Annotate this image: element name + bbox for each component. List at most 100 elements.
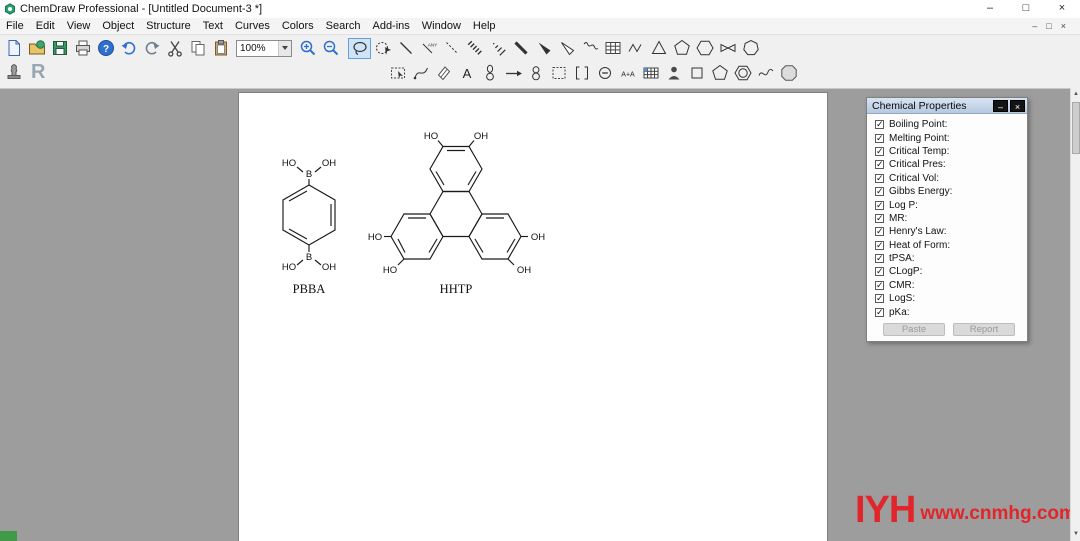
checkbox-checked-icon[interactable]: ✓ bbox=[875, 146, 884, 156]
cycloheptane-template-icon[interactable] bbox=[739, 38, 762, 59]
r-group-icon[interactable]: R bbox=[28, 62, 48, 82]
menu-object[interactable]: Object bbox=[96, 18, 140, 35]
menu-view[interactable]: View bbox=[61, 18, 97, 35]
lasso-tool-icon[interactable] bbox=[348, 37, 371, 59]
cyclobutane-template-icon[interactable] bbox=[685, 63, 708, 84]
wavy-bond-tool-icon[interactable] bbox=[578, 38, 601, 59]
open-document-icon[interactable] bbox=[25, 38, 48, 59]
property-row-melting-point[interactable]: ✓ Melting Point: bbox=[867, 131, 1027, 144]
atom-label-oh[interactable]: OH bbox=[320, 261, 337, 275]
atom-label-ho[interactable]: HO bbox=[422, 130, 439, 144]
property-row-log-p[interactable]: ✓ Log P: bbox=[867, 198, 1027, 211]
checkbox-checked-icon[interactable]: ✓ bbox=[875, 119, 884, 130]
checkbox-checked-icon[interactable]: ✓ bbox=[875, 186, 884, 197]
scroll-down-button[interactable]: ▼ bbox=[1071, 528, 1080, 541]
save-icon[interactable] bbox=[48, 38, 71, 59]
document-minimize-button[interactable]: – bbox=[1032, 18, 1037, 35]
atom-label-b[interactable]: B bbox=[304, 251, 313, 265]
property-row-tpsa[interactable]: ✓ tPSA: bbox=[867, 252, 1027, 265]
table-tool-icon[interactable] bbox=[601, 38, 624, 59]
benzene-template-icon[interactable] bbox=[731, 63, 754, 84]
wedge-bond-tool-icon[interactable] bbox=[532, 38, 555, 59]
undo-icon[interactable] bbox=[117, 38, 140, 59]
atom-label-ho[interactable]: HO bbox=[366, 231, 383, 245]
atom-label-ho[interactable]: HO bbox=[280, 157, 297, 171]
paste-button[interactable]: Paste bbox=[883, 323, 945, 336]
checkbox-checked-icon[interactable]: ✓ bbox=[875, 213, 884, 223]
atom-label-ho[interactable]: HO bbox=[280, 261, 297, 275]
pen-tool-icon[interactable] bbox=[409, 63, 432, 84]
checkbox-checked-icon[interactable]: ✓ bbox=[875, 307, 884, 317]
any-bond-tool-icon[interactable]: ANY bbox=[417, 38, 440, 59]
checkbox-checked-icon[interactable]: ✓ bbox=[875, 226, 884, 237]
report-button[interactable]: Report bbox=[953, 323, 1015, 336]
atom-label-oh[interactable]: OH bbox=[515, 264, 532, 278]
new-document-icon[interactable] bbox=[2, 38, 25, 59]
cyclopentane-template-2-icon[interactable] bbox=[708, 63, 731, 84]
menu-help[interactable]: Help bbox=[467, 18, 502, 35]
arrow-tool-icon[interactable] bbox=[501, 63, 524, 84]
document-close-button[interactable]: × bbox=[1061, 18, 1066, 35]
cyclohexane-template-icon[interactable] bbox=[693, 38, 716, 59]
checkbox-checked-icon[interactable]: ✓ bbox=[875, 173, 884, 183]
atom-mapping-tool-icon[interactable]: A+A bbox=[616, 63, 639, 84]
zoom-dropdown-arrow[interactable] bbox=[278, 40, 291, 56]
redo-icon[interactable] bbox=[140, 38, 163, 59]
molecule-pbba[interactable]: HO B OH HO B OH PBBA bbox=[280, 157, 337, 298]
zoom-in-icon[interactable] bbox=[296, 38, 319, 59]
scroll-thumb[interactable] bbox=[1072, 102, 1080, 154]
panel-minimize-button[interactable]: – bbox=[993, 99, 1008, 112]
hashed-wedge-bond-tool-icon[interactable] bbox=[486, 38, 509, 59]
checkbox-checked-icon[interactable]: ✓ bbox=[875, 133, 884, 143]
checkbox-checked-icon[interactable]: ✓ bbox=[875, 266, 884, 277]
molecule-hhtp[interactable]: HO OH HO HO OH OH HHTP bbox=[366, 130, 546, 298]
vertical-scrollbar[interactable]: ▲ ▼ bbox=[1070, 88, 1080, 541]
property-row-critical-temp[interactable]: ✓ Critical Temp: bbox=[867, 145, 1027, 158]
orbital-tool-icon[interactable] bbox=[478, 63, 501, 84]
menu-file[interactable]: File bbox=[0, 18, 30, 35]
hollow-wedge-bond-tool-icon[interactable] bbox=[555, 38, 578, 59]
bold-bond-tool-icon[interactable] bbox=[509, 38, 532, 59]
zoom-out-icon[interactable] bbox=[319, 38, 342, 59]
eraser-tool-icon[interactable] bbox=[432, 63, 455, 84]
acyclic-chain-tool-icon[interactable] bbox=[524, 63, 547, 84]
menu-edit[interactable]: Edit bbox=[30, 18, 61, 35]
property-row-boiling-point[interactable]: ✓ Boiling Point: bbox=[867, 118, 1027, 131]
checkbox-checked-icon[interactable]: ✓ bbox=[875, 280, 884, 290]
menu-curves[interactable]: Curves bbox=[229, 18, 276, 35]
menu-window[interactable]: Window bbox=[416, 18, 467, 35]
property-row-critical-pres[interactable]: ✓ Critical Pres: bbox=[867, 158, 1027, 171]
checkbox-checked-icon[interactable]: ✓ bbox=[875, 293, 884, 304]
atom-label-oh[interactable]: OH bbox=[472, 130, 489, 144]
close-button[interactable]: × bbox=[1044, 0, 1080, 18]
print-icon[interactable] bbox=[71, 38, 94, 59]
menu-colors[interactable]: Colors bbox=[276, 18, 320, 35]
property-row-logs[interactable]: ✓ LogS: bbox=[867, 292, 1027, 305]
menu-structure[interactable]: Structure bbox=[140, 18, 197, 35]
marquee-tool-icon[interactable] bbox=[386, 63, 409, 84]
zoom-combobox[interactable]: 100% bbox=[236, 39, 292, 57]
solid-bond-tool-icon[interactable] bbox=[394, 38, 417, 59]
marquee-arrow-tool-icon[interactable] bbox=[371, 38, 394, 59]
menu-addins[interactable]: Add-ins bbox=[366, 18, 415, 35]
atom-label-ho[interactable]: HO bbox=[381, 264, 398, 278]
hashed-bond-tool-icon[interactable] bbox=[463, 38, 486, 59]
document-canvas[interactable]: HO B OH HO B OH PBBA HO OH HO HO OH OH H… bbox=[238, 92, 828, 541]
chain-tool-icon[interactable] bbox=[624, 38, 647, 59]
cyclooctane-template-icon[interactable] bbox=[777, 63, 800, 84]
cyclopropane-template-icon[interactable] bbox=[647, 38, 670, 59]
atom-label-oh[interactable]: OH bbox=[529, 231, 546, 245]
property-row-cmr[interactable]: ✓ CMR: bbox=[867, 279, 1027, 292]
property-row-heat-of-form[interactable]: ✓ Heat of Form: bbox=[867, 239, 1027, 252]
property-row-critical-vol[interactable]: ✓ Critical Vol: bbox=[867, 172, 1027, 185]
templates-tool-icon[interactable] bbox=[662, 63, 685, 84]
copy-icon[interactable] bbox=[186, 38, 209, 59]
menu-search[interactable]: Search bbox=[320, 18, 367, 35]
help-icon[interactable]: ? bbox=[94, 38, 117, 59]
spline-tool-icon[interactable] bbox=[754, 63, 777, 84]
molecule-name-pbba[interactable]: PBBA bbox=[291, 281, 327, 298]
cyclopentane-template-icon[interactable] bbox=[670, 38, 693, 59]
document-restore-button[interactable]: □ bbox=[1046, 18, 1051, 35]
menu-text[interactable]: Text bbox=[197, 18, 229, 35]
maximize-button[interactable]: □ bbox=[1008, 0, 1044, 18]
